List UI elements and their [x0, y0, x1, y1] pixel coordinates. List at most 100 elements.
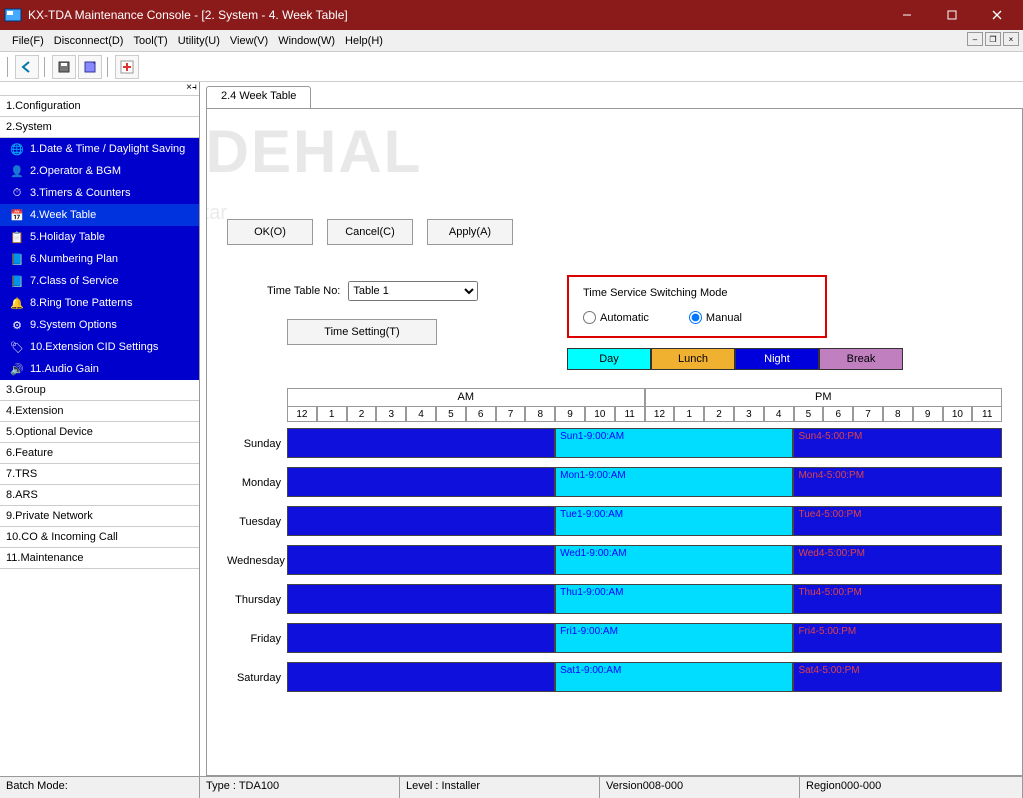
menu-utility[interactable]: Utility(U) [178, 35, 220, 47]
radio-manual[interactable]: Manual [689, 311, 742, 324]
sub-ringtone[interactable]: 🔔8.Ring Tone Patterns [0, 292, 199, 314]
sub-numbering[interactable]: 📘6.Numbering Plan [0, 248, 199, 270]
timetable-label: Time Table No: [267, 285, 340, 297]
schedule-bar[interactable]: Fri1-9:00:AMFri4-5:00:PM [287, 623, 1002, 656]
sidebar-close-button[interactable]: ×⫞ [0, 82, 199, 96]
segment-night-pm[interactable]: Thu4-5:00:PM [793, 584, 1002, 614]
mdi-minimize-button[interactable]: – [967, 32, 983, 46]
nav-optional-device[interactable]: 5.Optional Device [0, 422, 199, 443]
mode-lunch-button[interactable]: Lunch [651, 348, 735, 370]
cancel-button[interactable]: Cancel(C) [327, 219, 413, 245]
sub-week-table[interactable]: 📅4.Week Table [0, 204, 199, 226]
sub-operator-bgm[interactable]: 👤2.Operator & BGM [0, 160, 199, 182]
segment-night[interactable] [287, 467, 555, 497]
window-close-button[interactable] [974, 0, 1019, 30]
hour-cell: 7 [853, 406, 883, 422]
globe-icon: 🌐 [10, 142, 24, 156]
menu-window[interactable]: Window(W) [278, 35, 335, 47]
time-setting-button[interactable]: Time Setting(T) [287, 319, 437, 345]
mode-day-button[interactable]: Day [567, 348, 651, 370]
segment-night-pm[interactable]: Sun4-5:00:PM [793, 428, 1002, 458]
timetable-select[interactable]: Table 1 [348, 281, 478, 301]
menu-help[interactable]: Help(H) [345, 35, 383, 47]
switching-mode-box: Time Service Switching Mode Automatic Ma… [567, 275, 827, 338]
nav-private-network[interactable]: 9.Private Network [0, 506, 199, 527]
nav-feature[interactable]: 6.Feature [0, 443, 199, 464]
menu-tool[interactable]: Tool(T) [133, 35, 167, 47]
sub-ext-cid[interactable]: 🏷10.Extension CID Settings [0, 336, 199, 358]
segment-day[interactable]: Thu1-9:00:AM [555, 584, 793, 614]
schedule-bar[interactable]: Thu1-9:00:AMThu4-5:00:PM [287, 584, 1002, 617]
menu-file[interactable]: File(F) [12, 35, 44, 47]
segment-night[interactable] [287, 584, 555, 614]
person-icon: 👤 [10, 164, 24, 178]
segment-night-pm[interactable]: Wed4-5:00:PM [793, 545, 1002, 575]
nav-co-incoming[interactable]: 10.CO & Incoming Call [0, 527, 199, 548]
hour-cell: 1 [674, 406, 704, 422]
segment-night-pm[interactable]: Tue4-5:00:PM [793, 506, 1002, 536]
nav-maintenance[interactable]: 11.Maintenance [0, 548, 199, 569]
mode-night-button[interactable]: Night [735, 348, 819, 370]
window-minimize-button[interactable] [884, 0, 929, 30]
ok-button[interactable]: OK(O) [227, 219, 313, 245]
segment-day[interactable]: Tue1-9:00:AM [555, 506, 793, 536]
segment-night-pm[interactable]: Mon4-5:00:PM [793, 467, 1002, 497]
mdi-restore-button[interactable]: ❐ [985, 32, 1001, 46]
sd-card-icon[interactable] [78, 55, 102, 79]
nav-system[interactable]: 2.System [0, 117, 199, 138]
segment-night[interactable] [287, 506, 555, 536]
apply-button[interactable]: Apply(A) [427, 219, 513, 245]
schedule-bar[interactable]: Sun1-9:00:AMSun4-5:00:PM [287, 428, 1002, 461]
sidebar: ×⫞ 1.Configuration 2.System 🌐1.Date & Ti… [0, 82, 200, 776]
window-maximize-button[interactable] [929, 0, 974, 30]
segment-night[interactable] [287, 623, 555, 653]
sub-audio-gain[interactable]: 🔊11.Audio Gain [0, 358, 199, 380]
day-label: Saturday [227, 662, 287, 695]
nav-ars[interactable]: 8.ARS [0, 485, 199, 506]
segment-day[interactable]: Wed1-9:00:AM [555, 545, 793, 575]
segment-night[interactable] [287, 662, 555, 692]
nav-extension[interactable]: 4.Extension [0, 401, 199, 422]
nav-trs[interactable]: 7.TRS [0, 464, 199, 485]
radio-automatic[interactable]: Automatic [583, 311, 649, 324]
hour-cell: 2 [704, 406, 734, 422]
schedule-row: SaturdaySat1-9:00:AMSat4-5:00:PM [227, 662, 1002, 695]
sub-date-time[interactable]: 🌐1.Date & Time / Daylight Saving [0, 138, 199, 160]
plus-icon[interactable] [115, 55, 139, 79]
sub-cos[interactable]: 📘7.Class of Service [0, 270, 199, 292]
back-icon[interactable] [15, 55, 39, 79]
sub-holiday[interactable]: 📋5.Holiday Table [0, 226, 199, 248]
day-label: Wednesday [227, 545, 287, 578]
segment-day[interactable]: Sat1-9:00:AM [555, 662, 793, 692]
segment-day[interactable]: Sun1-9:00:AM [555, 428, 793, 458]
schedule-bar[interactable]: Tue1-9:00:AMTue4-5:00:PM [287, 506, 1002, 539]
menu-disconnect[interactable]: Disconnect(D) [54, 35, 124, 47]
menubar: File(F) Disconnect(D) Tool(T) Utility(U)… [0, 30, 1023, 52]
segment-night[interactable] [287, 545, 555, 575]
nav-group[interactable]: 3.Group [0, 380, 199, 401]
save-icon[interactable] [52, 55, 76, 79]
book-icon: 📘 [10, 274, 24, 288]
statusbar: Batch Mode: Type : TDA100 Level : Instal… [0, 776, 1023, 798]
gear-icon: ⚙ [10, 318, 24, 332]
speaker-icon: 🔊 [10, 362, 24, 376]
segment-night-pm[interactable]: Fri4-5:00:PM [793, 623, 1002, 653]
mode-break-button[interactable]: Break [819, 348, 903, 370]
sub-sysoptions[interactable]: ⚙9.System Options [0, 314, 199, 336]
menu-view[interactable]: View(V) [230, 35, 268, 47]
sub-timers[interactable]: ⏱3.Timers & Counters [0, 182, 199, 204]
segment-day[interactable]: Mon1-9:00:AM [555, 467, 793, 497]
segment-day[interactable]: Fri1-9:00:AM [555, 623, 793, 653]
segment-night-pm[interactable]: Sat4-5:00:PM [793, 662, 1002, 692]
mdi-close-button[interactable]: × [1003, 32, 1019, 46]
schedule-bar[interactable]: Wed1-9:00:AMWed4-5:00:PM [287, 545, 1002, 578]
book-icon: 📘 [10, 252, 24, 266]
nav-configuration[interactable]: 1.Configuration [0, 96, 199, 117]
schedule-bar[interactable]: Mon1-9:00:AMMon4-5:00:PM [287, 467, 1002, 500]
tab-week-table[interactable]: 2.4 Week Table [206, 86, 311, 108]
pm-header: PM [645, 388, 1003, 406]
schedule-bar[interactable]: Sat1-9:00:AMSat4-5:00:PM [287, 662, 1002, 695]
segment-night[interactable] [287, 428, 555, 458]
hour-cell: 4 [406, 406, 436, 422]
hour-cell: 9 [555, 406, 585, 422]
